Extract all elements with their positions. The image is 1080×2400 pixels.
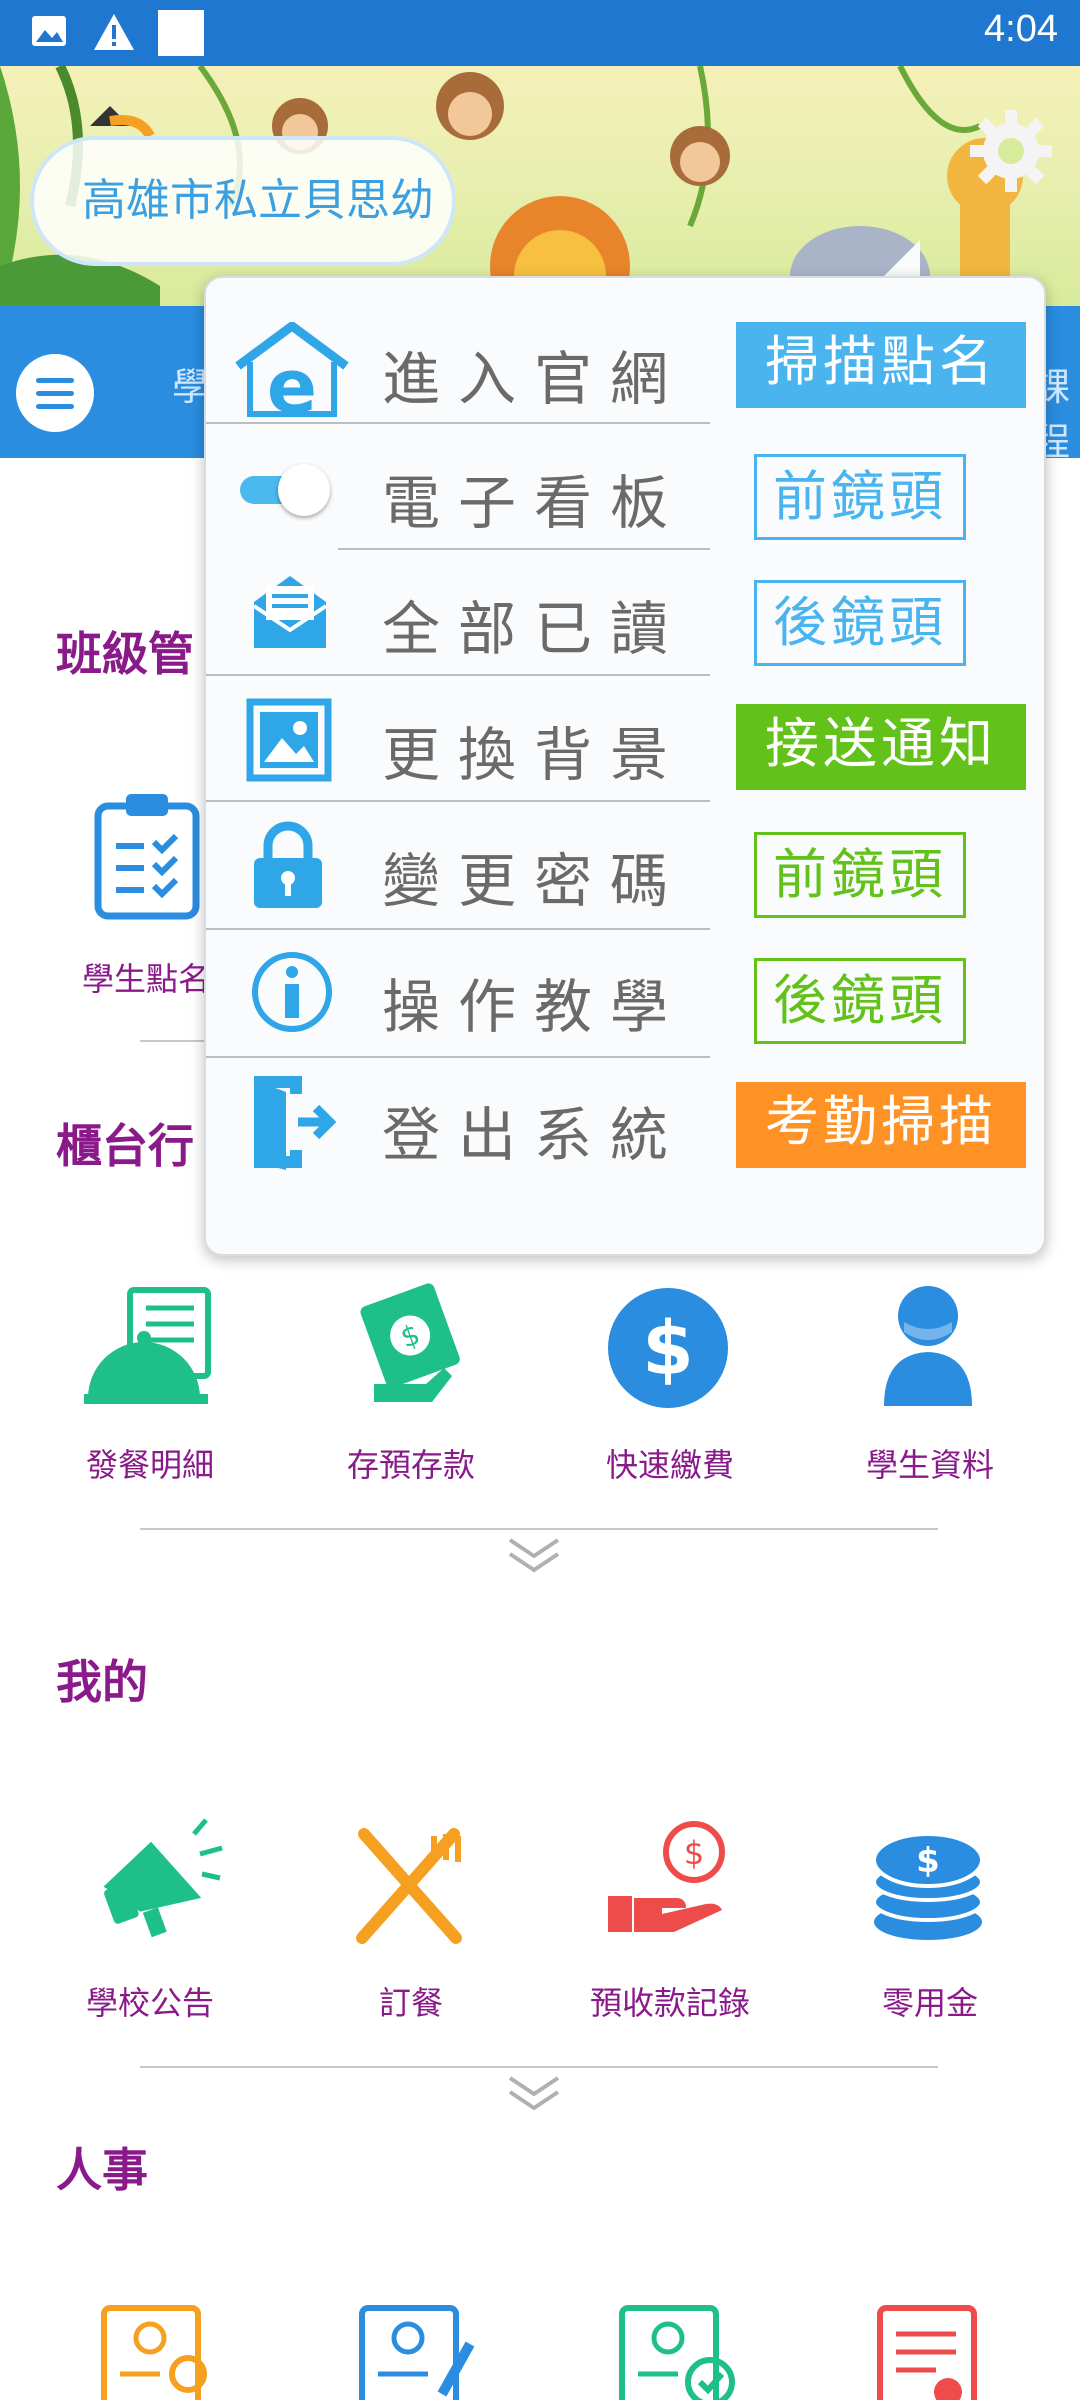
svg-text:$: $	[642, 1306, 694, 1392]
dollar-circle-icon[interactable]: $	[606, 1286, 730, 1410]
profile-search-icon[interactable]	[100, 2304, 222, 2400]
menu-label: 操作教學	[382, 973, 687, 1041]
section-title-class: 班級管	[56, 627, 194, 681]
profile-edit-icon[interactable]	[358, 2304, 480, 2400]
menu-separator	[206, 422, 710, 424]
front-camera-button-1[interactable]: 前鏡頭	[754, 454, 966, 540]
popup-notch	[880, 240, 920, 280]
menu-label: 進入官網	[382, 345, 687, 413]
gear-icon[interactable]	[966, 106, 1056, 196]
tile-label-quick-pay: 快速繳費	[605, 1446, 734, 1484]
tile-label-petty-cash: 零用金	[881, 1984, 978, 2022]
svg-text:e: e	[267, 344, 317, 418]
menu-item-official-site[interactable]: e 進入官網	[206, 304, 710, 430]
coin-hand-icon[interactable]: $	[602, 1820, 734, 1942]
menu-separator	[206, 928, 710, 930]
attendance-scan-button[interactable]: 考勤掃描	[736, 1082, 1026, 1168]
menu-item-change-background[interactable]: 更換背景	[206, 680, 710, 806]
menu-label: 更換背景	[382, 721, 687, 789]
section-divider	[140, 2066, 938, 2068]
rear-camera-button-1[interactable]: 後鏡頭	[754, 580, 966, 666]
menu-separator	[206, 1056, 710, 1058]
info-icon	[252, 952, 332, 1032]
menu-label: 登出系統	[382, 1101, 687, 1169]
coin-stack-icon[interactable]: $	[870, 1830, 986, 1944]
pickup-notice-button[interactable]: 接送通知	[736, 704, 1026, 790]
picture-icon	[246, 698, 332, 782]
status-bar: 4:04	[0, 0, 1080, 66]
meal-cloche-icon[interactable]	[84, 1286, 214, 1406]
menu-separator	[206, 674, 710, 676]
warning-icon	[94, 14, 134, 50]
profile-check-icon[interactable]	[618, 2304, 740, 2400]
section-divider	[140, 1528, 938, 1530]
status-time: 4:04	[984, 8, 1058, 50]
fork-knife-icon[interactable]	[350, 1826, 468, 1944]
menu-label: 電子看板	[382, 469, 687, 537]
tile-label-student-rollcall: 學生點名	[82, 960, 210, 998]
front-camera-button-2[interactable]: 前鏡頭	[754, 832, 966, 918]
clipboard-check-icon[interactable]	[92, 790, 202, 920]
square-icon	[158, 10, 204, 56]
menu-label: 全部已讀	[382, 595, 687, 663]
popup-menu: e 進入官網 電子看板 全部已讀 更換背景 變更密碼 操作教學 登出系統 掃描點…	[204, 276, 1046, 1256]
tile-label-meal-details: 發餐明細	[85, 1446, 214, 1484]
chevron-down-icon[interactable]	[506, 2074, 562, 2114]
home-web-icon: e	[235, 322, 349, 418]
section-title-mine: 我的	[56, 1655, 148, 1709]
tile-label-deposit: 存預存款	[346, 1446, 475, 1484]
menu-item-logout[interactable]: 登出系統	[206, 1060, 710, 1186]
lock-icon	[254, 821, 322, 908]
menu-item-change-password[interactable]: 變更密碼	[206, 806, 710, 932]
document-clock-icon[interactable]	[876, 2304, 982, 2400]
scan-rollcall-button[interactable]: 掃描點名	[736, 322, 1026, 408]
chevron-down-icon[interactable]	[506, 1536, 562, 1576]
tile-label-student-info: 學生資料	[865, 1446, 994, 1484]
svg-text:$: $	[684, 1834, 704, 1872]
toggle-switch[interactable]	[240, 464, 330, 516]
section-title-counter: 櫃台行	[56, 1119, 194, 1173]
tile-label-school-notice: 學校公告	[85, 1984, 214, 2022]
svg-text:$: $	[916, 1841, 940, 1881]
section-title-hr: 人事	[56, 2143, 148, 2197]
menu-item-tutorial[interactable]: 操作教學	[206, 932, 710, 1058]
tile-label-order-meal: 訂餐	[378, 1984, 443, 2022]
school-name-pill[interactable]: 高雄市私立貝思幼	[30, 136, 456, 266]
hamburger-menu-button[interactable]	[16, 354, 94, 432]
megaphone-icon[interactable]	[90, 1814, 230, 1938]
menu-item-mark-all-read[interactable]: 全部已讀	[206, 554, 710, 680]
menu-label: 變更密碼	[382, 847, 687, 915]
logout-door-icon	[254, 1076, 337, 1170]
tile-label-prepaid-record: 預收款記錄	[589, 1984, 750, 2022]
money-hand-icon[interactable]: $	[356, 1272, 466, 1412]
person-icon[interactable]	[880, 1282, 976, 1410]
rear-camera-button-2[interactable]: 後鏡頭	[754, 958, 966, 1044]
menu-separator	[206, 800, 710, 802]
menu-item-e-signage[interactable]: 電子看板	[206, 428, 710, 554]
envelope-open-icon	[252, 576, 328, 648]
image-icon	[32, 16, 66, 46]
menu-separator	[338, 548, 710, 550]
